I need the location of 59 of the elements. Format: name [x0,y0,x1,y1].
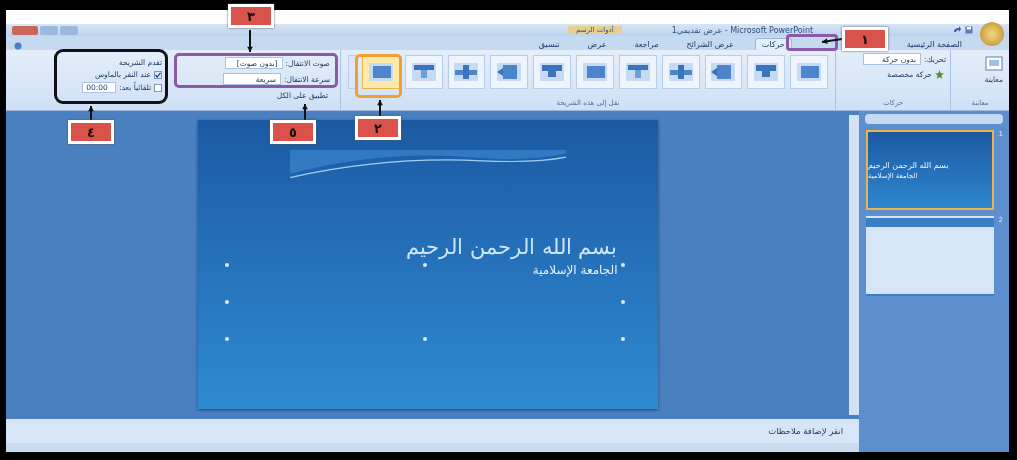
highlight-outline [355,54,402,98]
checkbox[interactable] [154,83,162,92]
transition-icon [580,61,609,83]
transition-icon [538,61,567,83]
callout-number: ٤ [68,120,114,144]
transition-thumbnail[interactable] [704,55,743,89]
redo-icon[interactable] [953,26,961,34]
transition-thumbnail[interactable] [790,55,828,89]
preview-icon [984,55,1003,73]
transition-icon [795,61,824,83]
horizontal-scrollbar[interactable] [6,443,859,452]
callout-number: ٣ [228,4,274,28]
transition-icon [409,61,438,83]
window-title: عرض تقديمي1 - Microsoft PowerPoint [671,25,814,35]
slide-thumbnail[interactable] [866,216,994,296]
transition-icon [452,61,481,83]
transition-thumbnail[interactable] [361,55,400,89]
highlight-outline [786,34,838,51]
help-icon[interactable] [14,42,22,50]
transition-thumbnail[interactable] [576,55,614,89]
ribbon-tab[interactable]: تنسيق [531,38,567,50]
transition-thumbnail[interactable] [618,55,657,89]
callout-number: ٥ [270,120,316,144]
resize-handle[interactable] [224,300,229,304]
ribbon-tab[interactable]: مراجعة [627,38,666,50]
transition-icon [495,61,524,83]
notes-placeholder[interactable]: انقر لإضافة ملاحظات [768,426,843,436]
close-button[interactable] [12,25,38,35]
callout-number: ٢ [355,116,401,140]
slide-title[interactable]: بسم الله الرحمن الرحيم [406,235,618,259]
callout-number: ١ [842,27,888,51]
resize-handle[interactable] [224,263,229,267]
transition-thumbnail[interactable] [747,55,786,89]
vertical-scrollbar[interactable] [849,115,859,415]
star-icon [935,70,944,79]
transition-thumbnail[interactable] [447,55,486,89]
save-icon[interactable] [965,26,973,34]
resize-handle[interactable] [620,300,625,304]
transition-thumbnail[interactable] [661,55,700,89]
transition-thumbnail[interactable] [490,55,529,89]
transition-icon [366,61,395,83]
resize-handle[interactable] [422,337,427,341]
checkbox[interactable] [154,70,162,79]
transition-icon [666,61,695,83]
slide-subtitle[interactable]: الجامعة الإسلامية [532,263,618,277]
resize-handle[interactable] [422,263,427,267]
transition-icon [752,61,781,83]
thumbnail-title: بسم الله الرحمن الرحيم [868,160,949,170]
transition-icon [623,61,652,83]
resize-handle[interactable] [224,337,229,341]
transition-thumbnail[interactable] [533,55,572,89]
gallery-scrollbar[interactable] [347,55,357,89]
ribbon-tab[interactable]: الصفحة الرئيسية [899,38,969,50]
resize-handle[interactable] [620,337,625,341]
transition-thumbnail[interactable] [404,55,443,89]
ribbon-tab[interactable]: عرض [580,38,614,50]
transition-icon [709,61,738,83]
resize-handle[interactable] [620,263,625,267]
ribbon-tab[interactable]: عرض الشرائح [679,38,741,50]
